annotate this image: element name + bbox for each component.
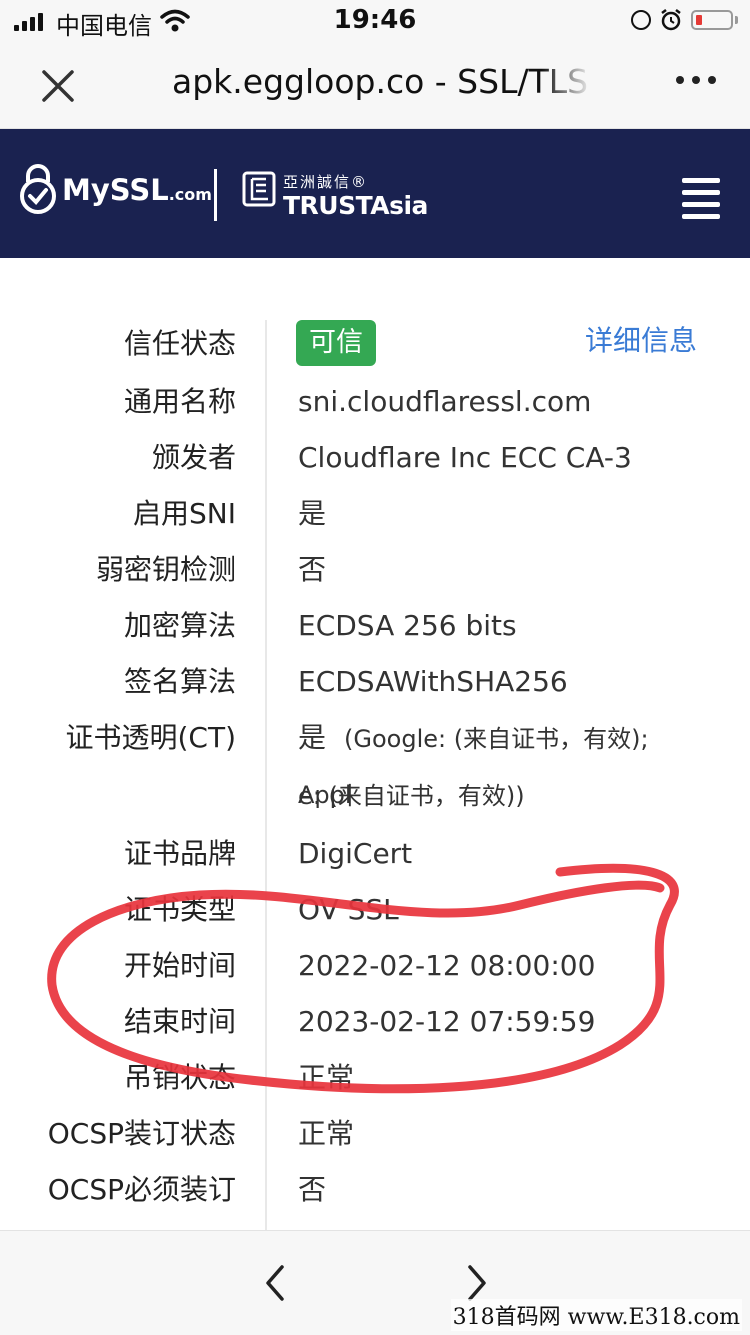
orientation-lock-icon bbox=[631, 10, 651, 30]
brand-my: My bbox=[62, 173, 110, 207]
row-label: OCSP装订状态 bbox=[47, 1117, 236, 1150]
row-value: ECDSA 256 bits bbox=[298, 609, 517, 642]
table-row: 启用SNI 是 bbox=[0, 486, 750, 542]
table-row: 颁发者 Cloudflare Inc ECC CA-3 bbox=[0, 430, 750, 486]
alarm-icon bbox=[661, 9, 681, 31]
more-options-icon[interactable] bbox=[676, 76, 716, 84]
row-label: 结束时间 bbox=[123, 1005, 236, 1038]
table-row: 证书类型 OV SSL bbox=[0, 882, 750, 938]
cert-details: 信任状态 可信 详细信息 通用名称 sni.cloudflaressl.com … bbox=[0, 258, 750, 1230]
row-value: Cloudflare Inc ECC CA-3 bbox=[298, 441, 632, 474]
row-label: 证书类型 bbox=[123, 893, 236, 926]
table-row: 吊销状态 正常 bbox=[0, 1050, 750, 1106]
browser-nav-bar: apk.eggloop.co - SSL/TLS bbox=[0, 44, 750, 129]
row-value: 2023-02-12 07:59:59 bbox=[298, 1005, 596, 1038]
row-label: 吊销状态 bbox=[123, 1061, 236, 1094]
close-icon[interactable] bbox=[36, 64, 80, 108]
row-value: 否 bbox=[298, 553, 327, 586]
row-label: 通用名称 bbox=[123, 385, 236, 418]
row-label: 开始时间 bbox=[123, 949, 236, 982]
row-value: OV SSL bbox=[298, 893, 399, 926]
table-row: 结束时间 2023-02-12 07:59:59 bbox=[0, 994, 750, 1050]
row-label: 证书品牌 bbox=[123, 837, 236, 870]
table-row: 开始时间 2022-02-12 08:00:00 bbox=[0, 938, 750, 994]
hamburger-menu-icon[interactable] bbox=[682, 178, 720, 226]
browser-bottom-bar: 318首码网 www.E318.com bbox=[0, 1230, 750, 1335]
table-row: 通用名称 sni.cloudflaressl.com bbox=[0, 374, 750, 430]
row-value: 2022-02-12 08:00:00 bbox=[298, 949, 596, 982]
lock-check-icon[interactable] bbox=[18, 164, 58, 214]
row-label: 启用SNI bbox=[133, 497, 236, 530]
watermark: 318首码网 www.E318.com bbox=[450, 1299, 742, 1331]
row-value: 正常 bbox=[298, 1117, 355, 1150]
ct-value-first: 是 bbox=[298, 721, 327, 754]
row-value: 否 bbox=[298, 1173, 327, 1206]
row-value: 是 bbox=[298, 497, 327, 530]
battery-icon bbox=[691, 10, 733, 30]
ct-label: 证书透明(CT) bbox=[65, 721, 236, 754]
trustasia-cn-name: 亞洲誠信® bbox=[283, 173, 369, 191]
row-label: OCSP必须装订 bbox=[47, 1173, 236, 1206]
trustasia-en-name: TRUSTAsia bbox=[283, 191, 428, 220]
trust-status-label: 信任状态 bbox=[123, 327, 236, 360]
row-label: 颁发者 bbox=[151, 441, 236, 474]
site-header: MySSL.com 亞洲誠信® TRUSTAsia bbox=[0, 129, 750, 258]
row-value: DigiCert bbox=[298, 837, 413, 870]
row-label: 加密算法 bbox=[123, 609, 236, 642]
table-row: 证书品牌 DigiCert bbox=[0, 826, 750, 882]
trustasia-mark-icon bbox=[242, 171, 276, 207]
ct-value-line2: e: (来自证书，有效)) bbox=[298, 782, 525, 810]
row-value: ECDSAWithSHA256 bbox=[298, 665, 568, 698]
battery-tip bbox=[735, 16, 738, 24]
trust-status-badge: 可信 bbox=[296, 320, 376, 366]
brand-ssl: SSL bbox=[109, 173, 169, 207]
header-divider bbox=[214, 169, 217, 221]
table-row: 加密算法 ECDSA 256 bits bbox=[0, 598, 750, 654]
brand-com: .com bbox=[168, 185, 212, 204]
row-label: 弱密钥检测 bbox=[95, 553, 236, 586]
row-label: 签名算法 bbox=[123, 665, 236, 698]
table-row: 签名算法 ECDSAWithSHA256 bbox=[0, 654, 750, 710]
row-value: sni.cloudflaressl.com bbox=[298, 385, 592, 418]
status-icons bbox=[631, 8, 738, 32]
details-link[interactable]: 详细信息 bbox=[585, 319, 697, 359]
myssl-logo[interactable]: MySSL.com bbox=[62, 173, 212, 207]
table-row: OCSP必须装订 否 bbox=[0, 1162, 750, 1218]
back-arrow-icon[interactable] bbox=[256, 1261, 296, 1305]
table-row: 弱密钥检测 否 bbox=[0, 542, 750, 598]
row-value: 正常 bbox=[298, 1061, 355, 1094]
status-bar: 中国电信 19:46 bbox=[0, 0, 750, 44]
page-title: apk.eggloop.co - SSL/TLS bbox=[172, 62, 589, 101]
table-row: OCSP装订状态 正常 bbox=[0, 1106, 750, 1162]
